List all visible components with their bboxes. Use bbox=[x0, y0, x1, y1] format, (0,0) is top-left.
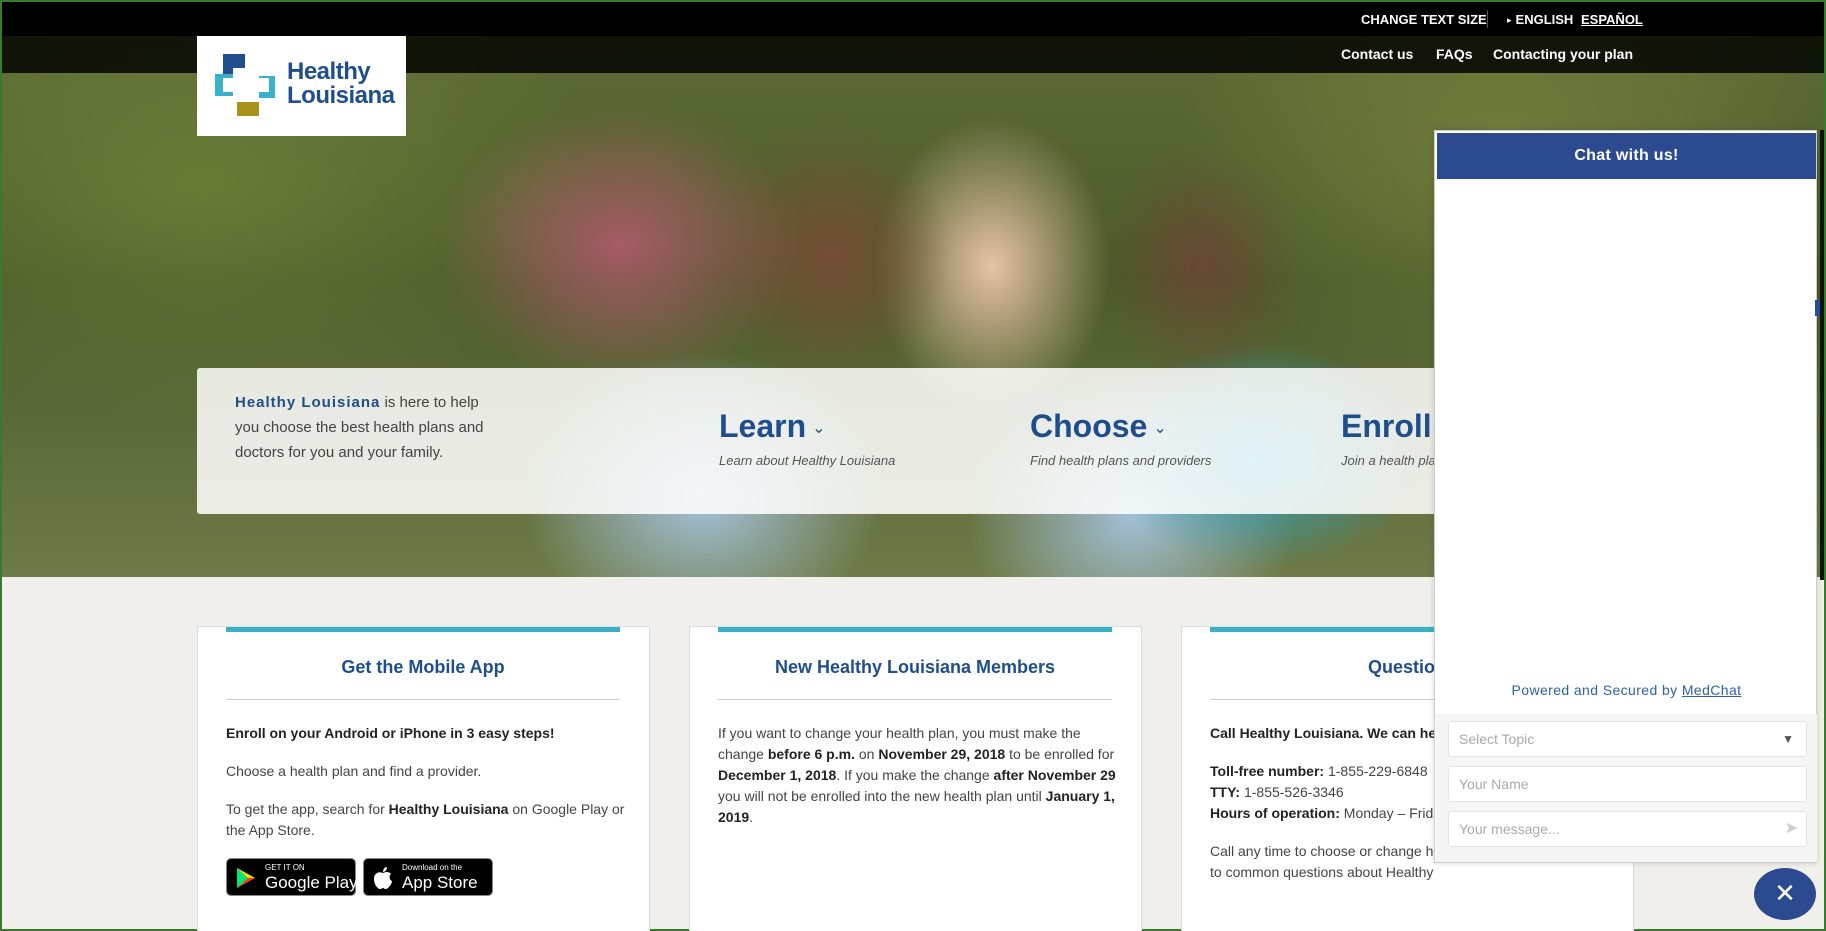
chat-header: Chat with us! bbox=[1437, 133, 1816, 179]
nav-faqs[interactable]: FAQs bbox=[1436, 46, 1473, 62]
app-store-big: App Store bbox=[402, 873, 478, 892]
close-chat-button[interactable]: ✕ bbox=[1754, 868, 1816, 920]
card-body: If you want to change your health plan, … bbox=[718, 723, 1118, 845]
site-logo[interactable]: Healthy Louisiana bbox=[197, 36, 406, 136]
hero-panel: Healthy Louisiana is here to help you ch… bbox=[197, 368, 1437, 514]
page-scrollbar-thumb[interactable] bbox=[1815, 300, 1820, 316]
cta-learn[interactable]: Learn ⌄ Learn about Healthy Louisiana bbox=[719, 408, 895, 468]
chat-topic-select[interactable]: Select Topic ▼ bbox=[1448, 721, 1807, 757]
chat-name-input[interactable]: Your Name bbox=[1448, 766, 1807, 802]
app-search-text: To get the app, search for Healthy Louis… bbox=[226, 801, 625, 838]
app-store-small: Download on the bbox=[402, 863, 463, 872]
chat-name-placeholder: Your Name bbox=[1459, 776, 1529, 792]
google-play-big: Google Play bbox=[265, 873, 358, 892]
card-accent-bar bbox=[718, 627, 1112, 632]
card-mobile-app: Get the Mobile App Enroll on your Androi… bbox=[197, 626, 650, 931]
app-store-badge[interactable]: Download on the App Store bbox=[363, 858, 493, 896]
apple-icon bbox=[374, 867, 392, 889]
language-english-link[interactable]: ENGLISH bbox=[1507, 12, 1574, 27]
cta-learn-sub: Learn about Healthy Louisiana bbox=[719, 453, 896, 468]
cta-learn-title[interactable]: Learn bbox=[719, 408, 806, 444]
send-icon[interactable]: ➤ bbox=[1785, 812, 1798, 846]
card-title: Get the Mobile App bbox=[341, 657, 505, 677]
google-play-small: GET IT ON bbox=[265, 863, 305, 872]
card-body: Enroll on your Android or iPhone in 3 ea… bbox=[226, 723, 626, 858]
questions-call: Call Healthy Louisiana. We can he bbox=[1210, 725, 1437, 741]
members-text: If you want to change your health plan, … bbox=[718, 725, 1116, 825]
chat-input-area: Select Topic ▼ Your Name Your message...… bbox=[1436, 714, 1817, 862]
card-accent-bar bbox=[226, 627, 620, 632]
page-scrollbar-track bbox=[1820, 130, 1824, 580]
card-new-members: New Healthy Louisiana Members If you wan… bbox=[689, 626, 1142, 931]
google-play-badge[interactable]: GET IT ON Google Play bbox=[226, 858, 358, 896]
chat-widget: Chat with us! Powered and Secured by Med… bbox=[1434, 130, 1817, 863]
chat-message-placeholder: Your message... bbox=[1459, 821, 1560, 837]
medchat-link[interactable]: MedChat bbox=[1682, 682, 1742, 698]
change-text-size-button[interactable]: CHANGE TEXT SIZE bbox=[1361, 12, 1487, 27]
card-title: New Healthy Louisiana Members bbox=[774, 657, 1056, 677]
logo-wordmark: Healthy Louisiana bbox=[287, 60, 395, 108]
healthy-louisiana-logo-icon bbox=[215, 54, 275, 116]
cta-choose-title[interactable]: Choose bbox=[1030, 408, 1147, 444]
chat-powered-by: Powered and Secured by MedChat bbox=[1511, 682, 1742, 698]
chat-topic-placeholder: Select Topic bbox=[1459, 731, 1535, 747]
chevron-down-icon: ⌄ bbox=[1153, 420, 1167, 437]
chat-message-input[interactable]: Your message... ➤ bbox=[1448, 811, 1807, 847]
chevron-down-icon: ⌄ bbox=[812, 420, 826, 437]
logo-line-2: Louisiana bbox=[287, 82, 395, 109]
intro-brand: Healthy Louisiana bbox=[235, 394, 381, 411]
language-espanol-link[interactable]: ESPAÑOL bbox=[1581, 12, 1643, 27]
cta-enroll-title[interactable]: Enroll bbox=[1341, 408, 1432, 444]
nav-contact-us[interactable]: Contact us bbox=[1341, 46, 1413, 62]
logo-line-1: Healthy bbox=[287, 58, 371, 85]
cta-choose-sub: Find health plans and providers bbox=[1030, 453, 1212, 468]
intro-text: Healthy Louisiana is here to help you ch… bbox=[235, 390, 505, 465]
utility-bar: CHANGE TEXT SIZE ENGLISH ESPAÑOL bbox=[2, 2, 1824, 36]
google-play-icon bbox=[237, 868, 255, 888]
cta-enroll-sub: Join a health pla bbox=[1341, 453, 1436, 468]
card-divider bbox=[226, 699, 620, 700]
app-step: Choose a health plan and find a provider… bbox=[226, 763, 482, 779]
cta-choose[interactable]: Choose ⌄ Find health plans and providers bbox=[1030, 408, 1211, 468]
app-intro: Enroll on your Android or iPhone in 3 ea… bbox=[226, 725, 555, 741]
cta-enroll[interactable]: Enroll Join a health pla bbox=[1341, 408, 1436, 468]
nav-contacting-your-plan[interactable]: Contacting your plan bbox=[1493, 46, 1633, 62]
dropdown-arrow-icon: ▼ bbox=[1782, 732, 1794, 746]
card-divider bbox=[718, 699, 1112, 700]
anytime-line-2: to common questions about Healthy bbox=[1210, 864, 1434, 880]
utility-divider bbox=[1487, 10, 1488, 28]
